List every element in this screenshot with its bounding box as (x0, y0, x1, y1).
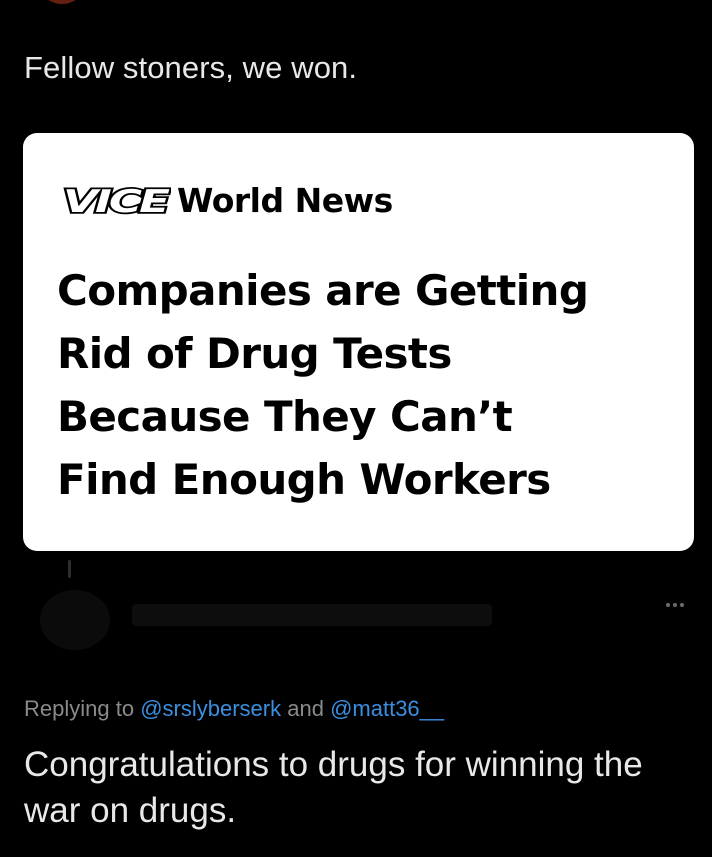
mention-link[interactable]: @srslyberserk (140, 696, 281, 721)
link-preview-card[interactable]: VICE World News Companies are Getting Ri… (23, 133, 694, 551)
more-horizontal-icon[interactable] (666, 603, 684, 607)
reply-text: Congratulations to drugs for winning the… (24, 745, 643, 830)
more-dot (680, 603, 684, 607)
article-headline[interactable]: Companies are Getting Rid of Drug Tests … (57, 259, 677, 511)
more-dot (666, 603, 670, 607)
tweet-text: Fellow stoners, we won. (24, 50, 358, 85)
more-dot (673, 603, 677, 607)
headline-line: Because They Can’t (57, 392, 513, 441)
publication-brand: VICE World News (59, 177, 393, 223)
vice-logo-icon: VICE (61, 182, 171, 219)
headline-line: Find Enough Workers (57, 455, 551, 504)
reply-avatar[interactable] (40, 590, 110, 650)
replying-conjunction: and (287, 696, 324, 721)
thread-connector (68, 560, 71, 578)
mention-link[interactable]: @matt36__ (330, 696, 444, 721)
reply-author-meta (132, 604, 492, 626)
avatar[interactable] (42, 0, 82, 4)
replying-to-label: Replying to (24, 696, 135, 721)
publication-section: World News (177, 180, 393, 220)
vice-logo-text: VICE (63, 184, 170, 219)
replying-to: Replying to @srslyberserk and @matt36__ (24, 695, 444, 723)
headline-line: Rid of Drug Tests (57, 329, 452, 378)
headline-line: Companies are Getting (57, 266, 589, 315)
